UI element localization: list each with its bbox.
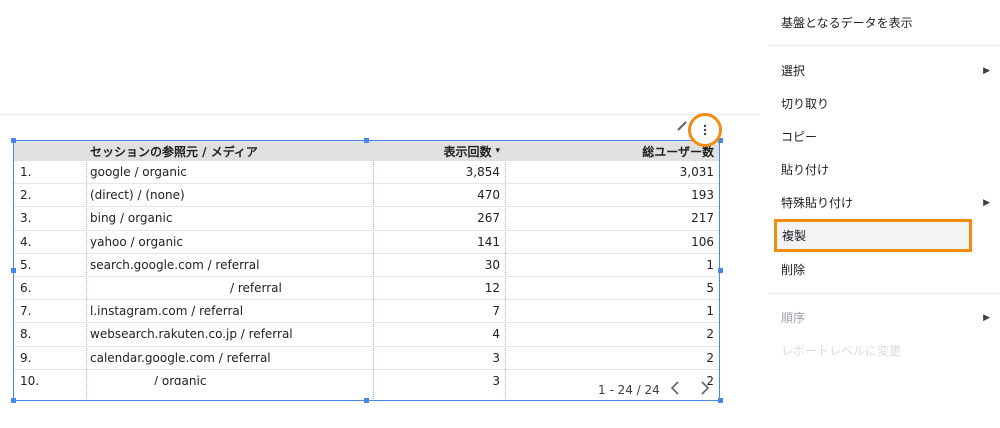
resize-handle[interactable] <box>718 268 723 273</box>
menu-item-label: 貼り付け <box>781 163 830 177</box>
resize-handle[interactable] <box>364 398 369 403</box>
resize-handle[interactable] <box>718 398 723 403</box>
submenu-arrow-icon: ▶ <box>983 65 990 76</box>
menu-separator <box>768 45 1000 46</box>
resize-handle[interactable] <box>11 398 16 403</box>
more-vert-icon <box>703 124 707 136</box>
menu-item-make-report-level: レポートレベルに変更 <box>768 334 1000 367</box>
report-canvas: セッションの参照元 / メディア 表示回数 ▾ 総ユーザー数 1. google… <box>0 0 760 428</box>
menu-item-duplicate[interactable]: 複製 <box>774 219 972 252</box>
resize-handle[interactable] <box>364 138 369 143</box>
menu-item-label: 順序 <box>781 311 806 325</box>
menu-item-label: コピー <box>781 130 818 144</box>
context-menu: 基盤となるデータを表示 選択 ▶ 切り取り コピー 貼り付け 特殊貼り付け ▶ … <box>768 0 1000 428</box>
selection-frame <box>13 140 720 401</box>
menu-item-select[interactable]: 選択 ▶ <box>768 54 1000 87</box>
menu-item-paste-special[interactable]: 特殊貼り付け ▶ <box>768 186 1000 219</box>
menu-separator <box>768 293 1000 294</box>
resize-handle[interactable] <box>11 138 16 143</box>
submenu-arrow-icon: ▶ <box>983 197 990 208</box>
menu-item-label: 切り取り <box>781 97 830 111</box>
menu-item-cut[interactable]: 切り取り <box>768 87 1000 120</box>
more-options-button[interactable] <box>688 113 722 147</box>
resize-handle[interactable] <box>11 268 16 273</box>
menu-item-label: レポートレベルに変更 <box>781 344 902 358</box>
menu-item-label: 複製 <box>782 229 807 243</box>
menu-item-label: 選択 <box>781 64 806 78</box>
menu-item-delete[interactable]: 削除 <box>768 253 1000 286</box>
menu-item-label: 基盤となるデータを表示 <box>781 16 913 30</box>
menu-item-copy[interactable]: コピー <box>768 120 1000 153</box>
menu-item-label: 特殊貼り付け <box>781 196 854 210</box>
canvas-divider <box>0 114 760 115</box>
submenu-arrow-icon: ▶ <box>983 312 990 323</box>
menu-item-view-underlying-data[interactable]: 基盤となるデータを表示 <box>768 6 1000 39</box>
menu-item-order: 順序 ▶ <box>768 301 1000 334</box>
menu-item-paste[interactable]: 貼り付け <box>768 153 1000 186</box>
menu-item-label: 削除 <box>781 263 806 277</box>
